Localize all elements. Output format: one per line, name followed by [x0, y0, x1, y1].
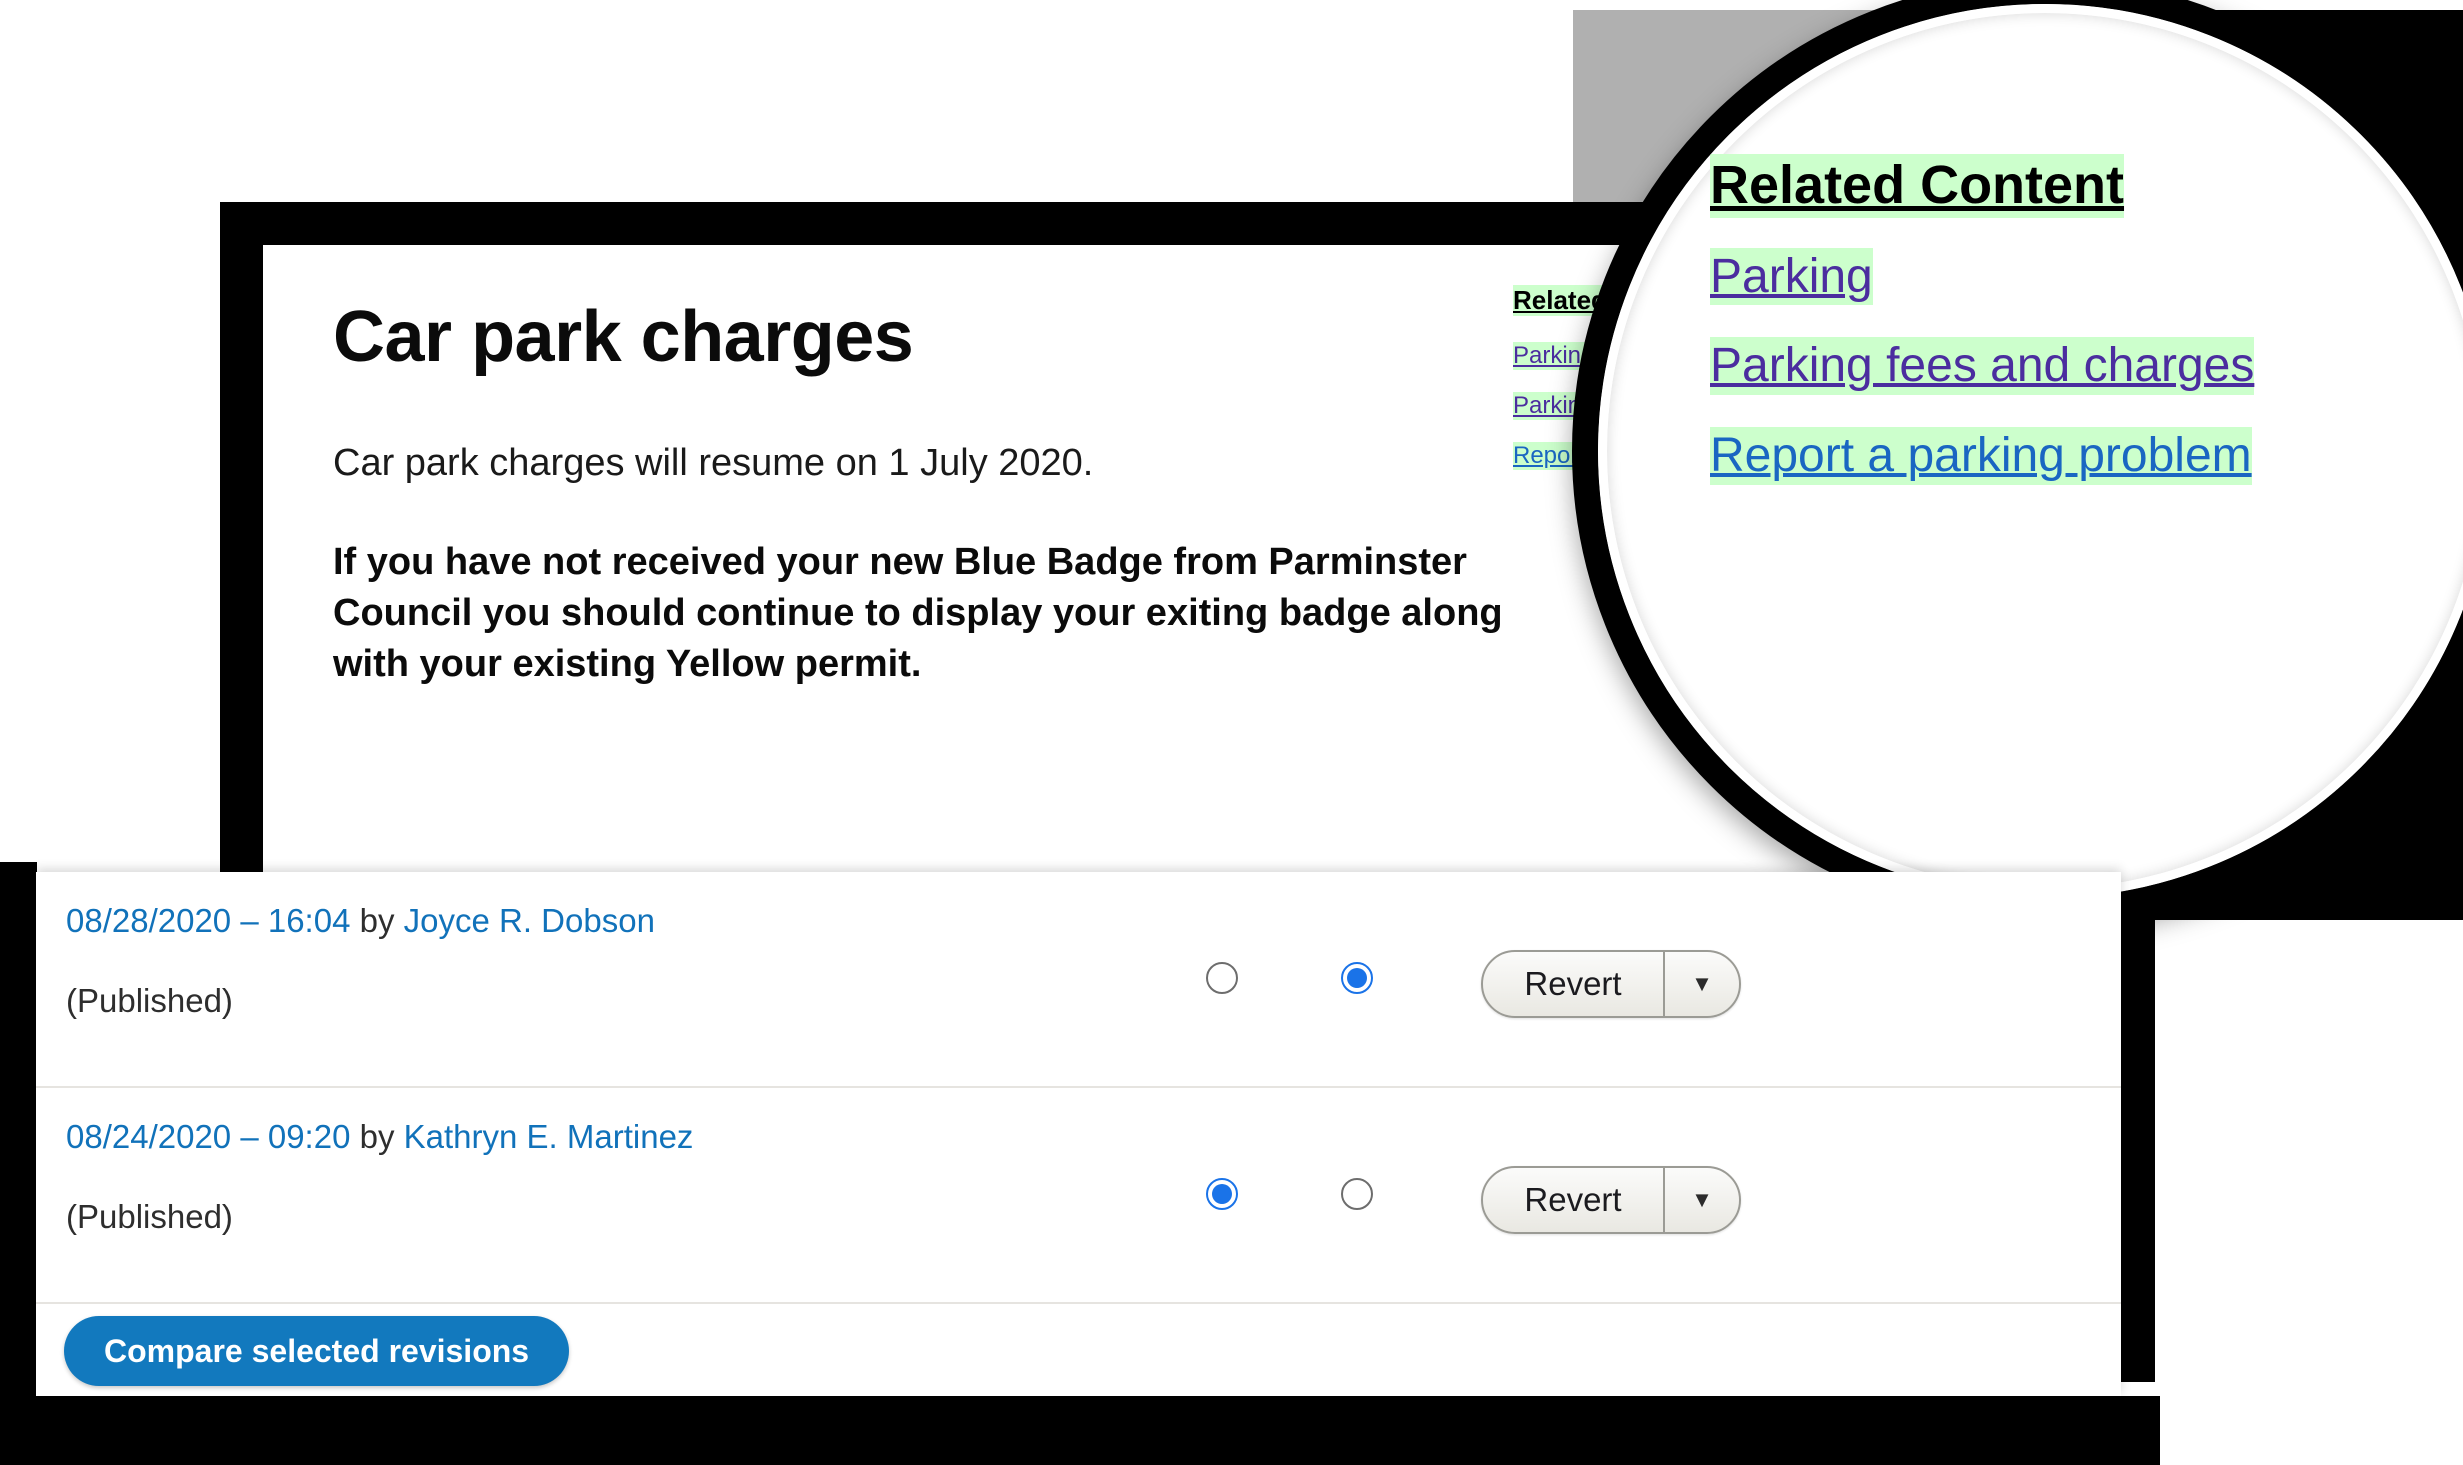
revisions-frame-left: [0, 862, 37, 1465]
magnified-link-parking[interactable]: Parking: [1710, 247, 1873, 306]
revision-status: (Published): [66, 982, 233, 1019]
magnified-link-report-a-parking-problem[interactable]: Report a parking problem: [1710, 426, 2252, 485]
revision-by-label: by: [359, 902, 395, 939]
revert-split-button[interactable]: Revert ▼: [1481, 1166, 1741, 1234]
radio-button[interactable]: [1206, 1178, 1238, 1210]
radio-button[interactable]: [1206, 962, 1238, 994]
revision-author[interactable]: Joyce R. Dobson: [404, 902, 655, 939]
magnified-link-parking-fees-and-charges[interactable]: Parking fees and charges: [1710, 337, 2255, 395]
radio-button[interactable]: [1341, 1178, 1373, 1210]
revision-status: (Published): [66, 1198, 233, 1235]
revision-radio-left[interactable]: [1206, 962, 1238, 994]
revert-button[interactable]: Revert: [1483, 1168, 1665, 1232]
compare-selected-revisions-button[interactable]: Compare selected revisions: [64, 1316, 570, 1386]
revision-date[interactable]: 08/24/2020 – 09:20: [66, 1118, 350, 1155]
revision-meta: 08/24/2020 – 09:20 by Kathryn E. Martine…: [66, 1118, 693, 1156]
revision-meta: 08/28/2020 – 16:04 by Joyce R. Dobson: [66, 902, 655, 940]
revisions-panel: 08/28/2020 – 16:04 by Joyce R. Dobson (P…: [36, 872, 2121, 1396]
revision-by-label: by: [359, 1118, 395, 1155]
table-row: 08/28/2020 – 16:04 by Joyce R. Dobson (P…: [36, 872, 2121, 1088]
revert-button[interactable]: Revert: [1483, 952, 1665, 1016]
revision-date[interactable]: 08/28/2020 – 16:04: [66, 902, 350, 939]
table-row: 08/24/2020 – 09:20 by Kathryn E. Martine…: [36, 1088, 2121, 1304]
revision-author[interactable]: Kathryn E. Martinez: [404, 1118, 694, 1155]
magnified-related-content: Related Content Parking Parking fees and…: [1710, 154, 2410, 517]
chevron-down-icon[interactable]: ▼: [1665, 1168, 1739, 1232]
notice-paragraph: If you have not received your new Blue B…: [333, 540, 1503, 686]
screenshot-stage: Car park charges Car park charges will r…: [0, 0, 2463, 1465]
revision-radio-right[interactable]: [1341, 1178, 1373, 1210]
revisions-footer: Compare selected revisions: [36, 1304, 2121, 1396]
revision-radio-right[interactable]: [1341, 962, 1373, 994]
revision-radio-left[interactable]: [1206, 1178, 1238, 1210]
revisions-frame-bottom: [0, 1396, 2160, 1465]
revert-split-button[interactable]: Revert ▼: [1481, 950, 1741, 1018]
chevron-down-icon[interactable]: ▼: [1665, 952, 1739, 1016]
radio-button[interactable]: [1341, 962, 1373, 994]
magnified-related-content-heading: Related Content: [1710, 154, 2125, 218]
